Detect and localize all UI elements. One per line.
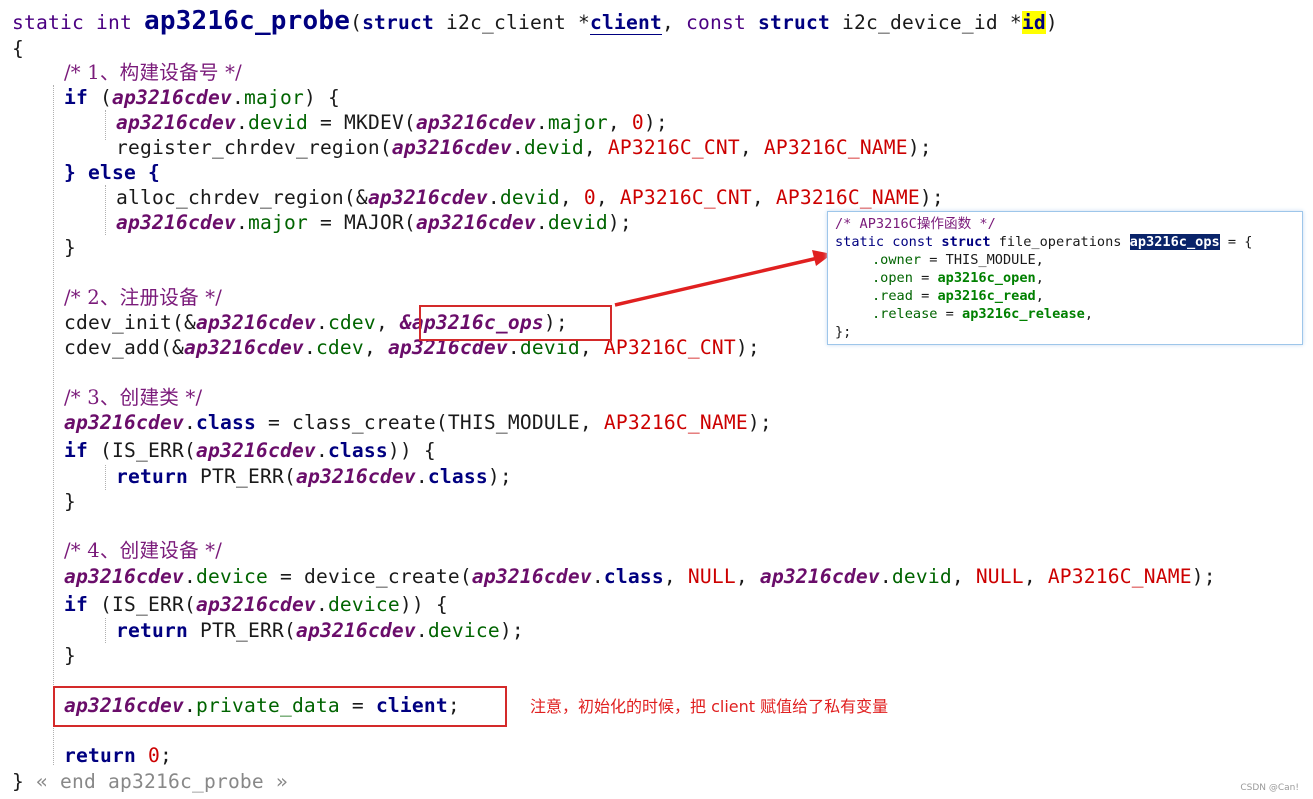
popup-line: .owner = THIS_MODULE, <box>872 251 1044 269</box>
field: .owner <box>872 252 922 268</box>
comment: /* AP3216C操作函数 */ <box>835 216 996 232</box>
text: , <box>1035 288 1044 304</box>
popup-line: }; <box>835 323 851 341</box>
popup-line: static const struct file_operations ap32… <box>835 233 1252 251</box>
ops-name-selected[interactable]: ap3216c_ops <box>1129 234 1220 250</box>
field: .open <box>872 270 913 286</box>
keyword: static const <box>835 234 942 250</box>
brace: }; <box>835 324 852 340</box>
annotation-arrow <box>614 250 832 307</box>
text: = <box>937 306 963 322</box>
field: .release <box>872 306 938 322</box>
keyword: struct <box>941 234 991 250</box>
text: = <box>912 270 938 286</box>
arrow-line <box>614 256 819 307</box>
popup-line: /* AP3216C操作函数 */ <box>835 215 996 233</box>
text: = THIS_MODULE, <box>921 252 1044 268</box>
text: = <box>912 288 938 304</box>
popup-line: .open = ap3216c_open, <box>872 269 1044 287</box>
function-ref: ap3216c_release <box>962 306 1085 322</box>
code-editor[interactable]: static int ap3216c_probe(struct i2c_clie… <box>0 0 1313 799</box>
text: , <box>1084 306 1093 322</box>
text: , <box>1035 270 1044 286</box>
type: file_operations <box>990 234 1130 250</box>
function-ref: ap3216c_read <box>937 288 1036 304</box>
field: .read <box>872 288 913 304</box>
function-ref: ap3216c_open <box>937 270 1036 286</box>
text: = { <box>1219 234 1253 250</box>
popup-line: .release = ap3216c_release, <box>872 305 1093 323</box>
popup-line: .read = ap3216c_read, <box>872 287 1044 305</box>
definition-popup[interactable]: /* AP3216C操作函数 */ static const struct fi… <box>827 211 1303 345</box>
watermark: CSDN @Can! <box>1240 783 1299 793</box>
